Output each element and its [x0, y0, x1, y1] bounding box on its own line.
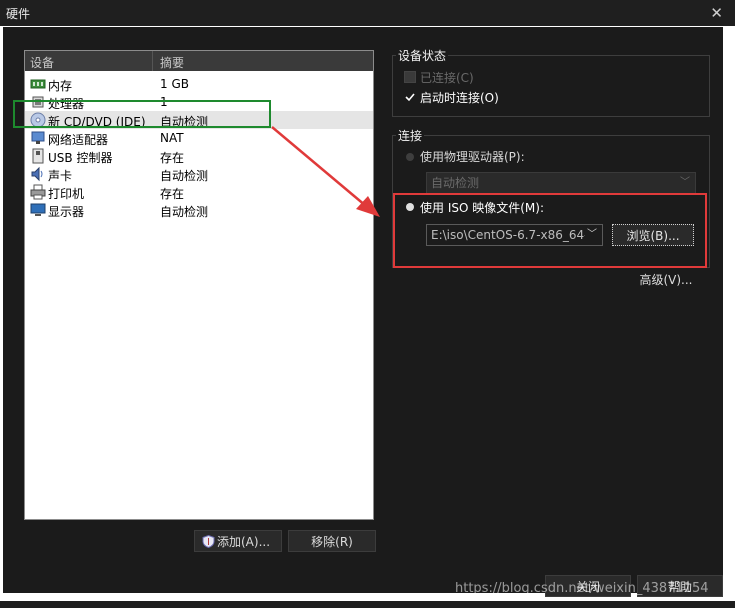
- annotation-arrow: [271, 126, 380, 217]
- arrow-shaft: [271, 126, 367, 207]
- watermark: https://blog.csdn.net/weixin_43871154: [455, 581, 709, 596]
